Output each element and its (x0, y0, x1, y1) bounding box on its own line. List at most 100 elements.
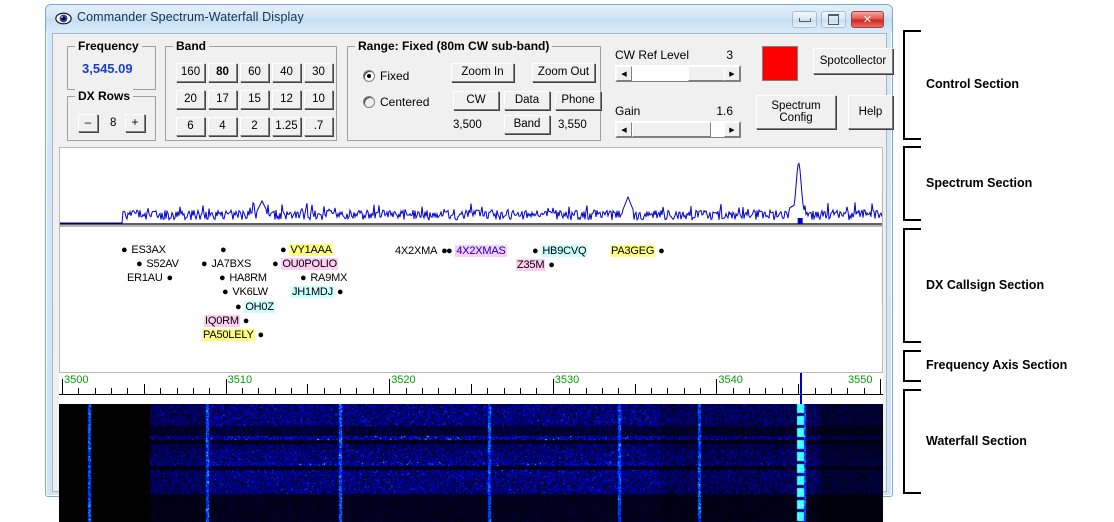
callsign-item[interactable]: ● 4X2XMAS (446, 245, 507, 257)
maximize-button[interactable] (821, 11, 846, 28)
radio-fixed[interactable]: Fixed (363, 69, 409, 83)
band-button-160[interactable]: 160 (176, 63, 205, 82)
axis-tick (176, 388, 178, 395)
band-button-17[interactable]: 17 (208, 90, 237, 109)
callsign-item[interactable]: ● OH0Z (235, 301, 275, 313)
band-button-15[interactable]: 15 (240, 90, 269, 109)
axis-tick (127, 388, 129, 395)
axis-tick (192, 388, 194, 395)
axis-tick (732, 388, 734, 395)
radio-centered[interactable]: Centered (363, 95, 429, 109)
callsign-item[interactable]: ● JA7BXS (201, 258, 252, 270)
cw-button[interactable]: CW (453, 91, 499, 110)
band-button-30[interactable]: 30 (304, 63, 333, 82)
phone-button[interactable]: Phone (555, 91, 601, 110)
section-bracket (903, 30, 921, 140)
callsign-item[interactable]: 4X2XMA ● (394, 245, 448, 257)
callsign-label: IQ0RM (204, 315, 240, 327)
help-button[interactable]: Help (848, 95, 893, 129)
spot-dot-icon: ● (242, 315, 250, 327)
callsign-item[interactable]: ● VY1AAA (280, 244, 333, 256)
callsign-item[interactable]: IQ0RM ● (204, 315, 249, 327)
cw-ref-level-label: CW Ref Level (615, 48, 690, 62)
axis-tick (258, 388, 260, 395)
callsign-label: PA50LELY (202, 329, 255, 341)
band-button-p7[interactable]: .7 (304, 117, 333, 136)
axis-tick (765, 388, 767, 395)
cw-ref-left-arrow-icon[interactable]: ◀ (616, 66, 632, 81)
radio-centered-dot (363, 96, 375, 108)
callsign-item[interactable]: ● RA9MX (300, 272, 348, 284)
axis-tick (241, 388, 243, 395)
spot-dot-icon: ● (257, 329, 264, 341)
callsign-label: 4X2XMA (395, 245, 438, 257)
axis-tick (650, 388, 652, 395)
axis-tick (618, 388, 620, 395)
axis-tick (471, 384, 472, 395)
axis-tick (372, 388, 374, 395)
spectrum-config-button[interactable]: Spectrum Config (756, 95, 836, 129)
cw-ref-right-arrow-icon[interactable]: ▶ (724, 66, 740, 81)
axis-tick (160, 388, 162, 395)
callsign-item[interactable]: JH1MDJ ● (291, 286, 343, 298)
band-button-40[interactable]: 40 (272, 63, 301, 82)
axis-tick (863, 388, 865, 395)
band-button-4[interactable]: 4 (208, 117, 237, 136)
axis-tick (585, 388, 587, 395)
status-indicator[interactable] (762, 46, 798, 81)
dx-rows-increment-button[interactable]: + (125, 114, 145, 132)
spot-dot-icon: ● (201, 258, 208, 270)
gain-value: 1.6 (716, 104, 733, 118)
axis-tick (340, 388, 342, 395)
band-button-1p25[interactable]: 1.25 (272, 117, 301, 136)
band-edge-button[interactable]: Band (504, 115, 550, 134)
spectrum-line (60, 162, 882, 224)
cw-ref-level-slider[interactable]: ◀ ▶ (615, 65, 741, 82)
frequency-axis-panel[interactable]: 3500 3510 3520 3530 3540 3550 (59, 373, 883, 404)
callsign-item[interactable]: Z35M ● (516, 259, 555, 271)
callsign-item[interactable]: ● VK6LW (222, 286, 269, 298)
band-button-2[interactable]: 2 (240, 117, 269, 136)
spot-dot-icon: ● (532, 245, 539, 257)
client-area: Frequency 3,545.09 DX Rows – 8 + Band 16… (52, 33, 893, 522)
dx-rows-decrement-button[interactable]: – (78, 114, 98, 132)
gain-left-arrow-icon[interactable]: ◀ (616, 122, 632, 137)
callsign-item[interactable]: ● ES3AX (121, 244, 167, 256)
gain-slider-thumb[interactable] (632, 122, 711, 137)
axis-tick (62, 379, 63, 395)
waterfall-panel[interactable] (59, 404, 883, 522)
spot-dot-icon: ● (136, 258, 143, 270)
band-button-12[interactable]: 12 (272, 90, 301, 109)
gain-slider[interactable]: ◀ ▶ (615, 121, 741, 138)
axis-tick (487, 388, 489, 395)
dx-callsign-panel[interactable]: ● ES3AX ● ● VY1AAA 4X2XMA ● ● 4X2XMAS ● HB9C… (59, 226, 883, 373)
zoom-out-button[interactable]: Zoom Out (532, 63, 595, 82)
spotcollector-button[interactable]: Spotcollector (813, 48, 893, 74)
minimize-button[interactable] (792, 11, 817, 28)
band-button-60[interactable]: 60 (240, 63, 269, 82)
callsign-item[interactable]: ER1AU ● (126, 272, 173, 284)
gain-right-arrow-icon[interactable]: ▶ (724, 122, 740, 137)
vfo-marker (799, 373, 802, 404)
callsign-item[interactable]: ● HA8RM (219, 272, 268, 284)
callsign-item[interactable]: ● (220, 244, 228, 256)
axis-tick-label: 3500 (64, 374, 89, 386)
zoom-in-button[interactable]: Zoom In (451, 63, 514, 82)
band-button-20[interactable]: 20 (176, 90, 205, 109)
callsign-label: VY1AAA (289, 244, 333, 256)
title-bar[interactable]: Commander Spectrum-Waterfall Display ✕ (46, 5, 892, 32)
spectrum-panel[interactable] (59, 147, 883, 226)
close-button[interactable]: ✕ (851, 11, 884, 28)
band-button-80[interactable]: 80 (208, 63, 237, 82)
callsign-item[interactable]: ● HB9CVQ (532, 245, 588, 257)
data-button[interactable]: Data (504, 91, 550, 110)
band-button-10[interactable]: 10 (304, 90, 333, 109)
callsign-item[interactable]: PA50LELY ● (202, 329, 264, 341)
callsign-item[interactable]: ● S52AV (136, 258, 180, 270)
section-annotation-label: Spectrum Section (926, 175, 1033, 190)
callsign-item[interactable]: PA3GEG ● (610, 245, 665, 257)
callsign-label: HA8RM (229, 272, 267, 284)
callsign-item[interactable]: ● OU0POLIO (272, 258, 338, 270)
minimize-icon (793, 12, 816, 27)
band-button-6[interactable]: 6 (176, 117, 205, 136)
